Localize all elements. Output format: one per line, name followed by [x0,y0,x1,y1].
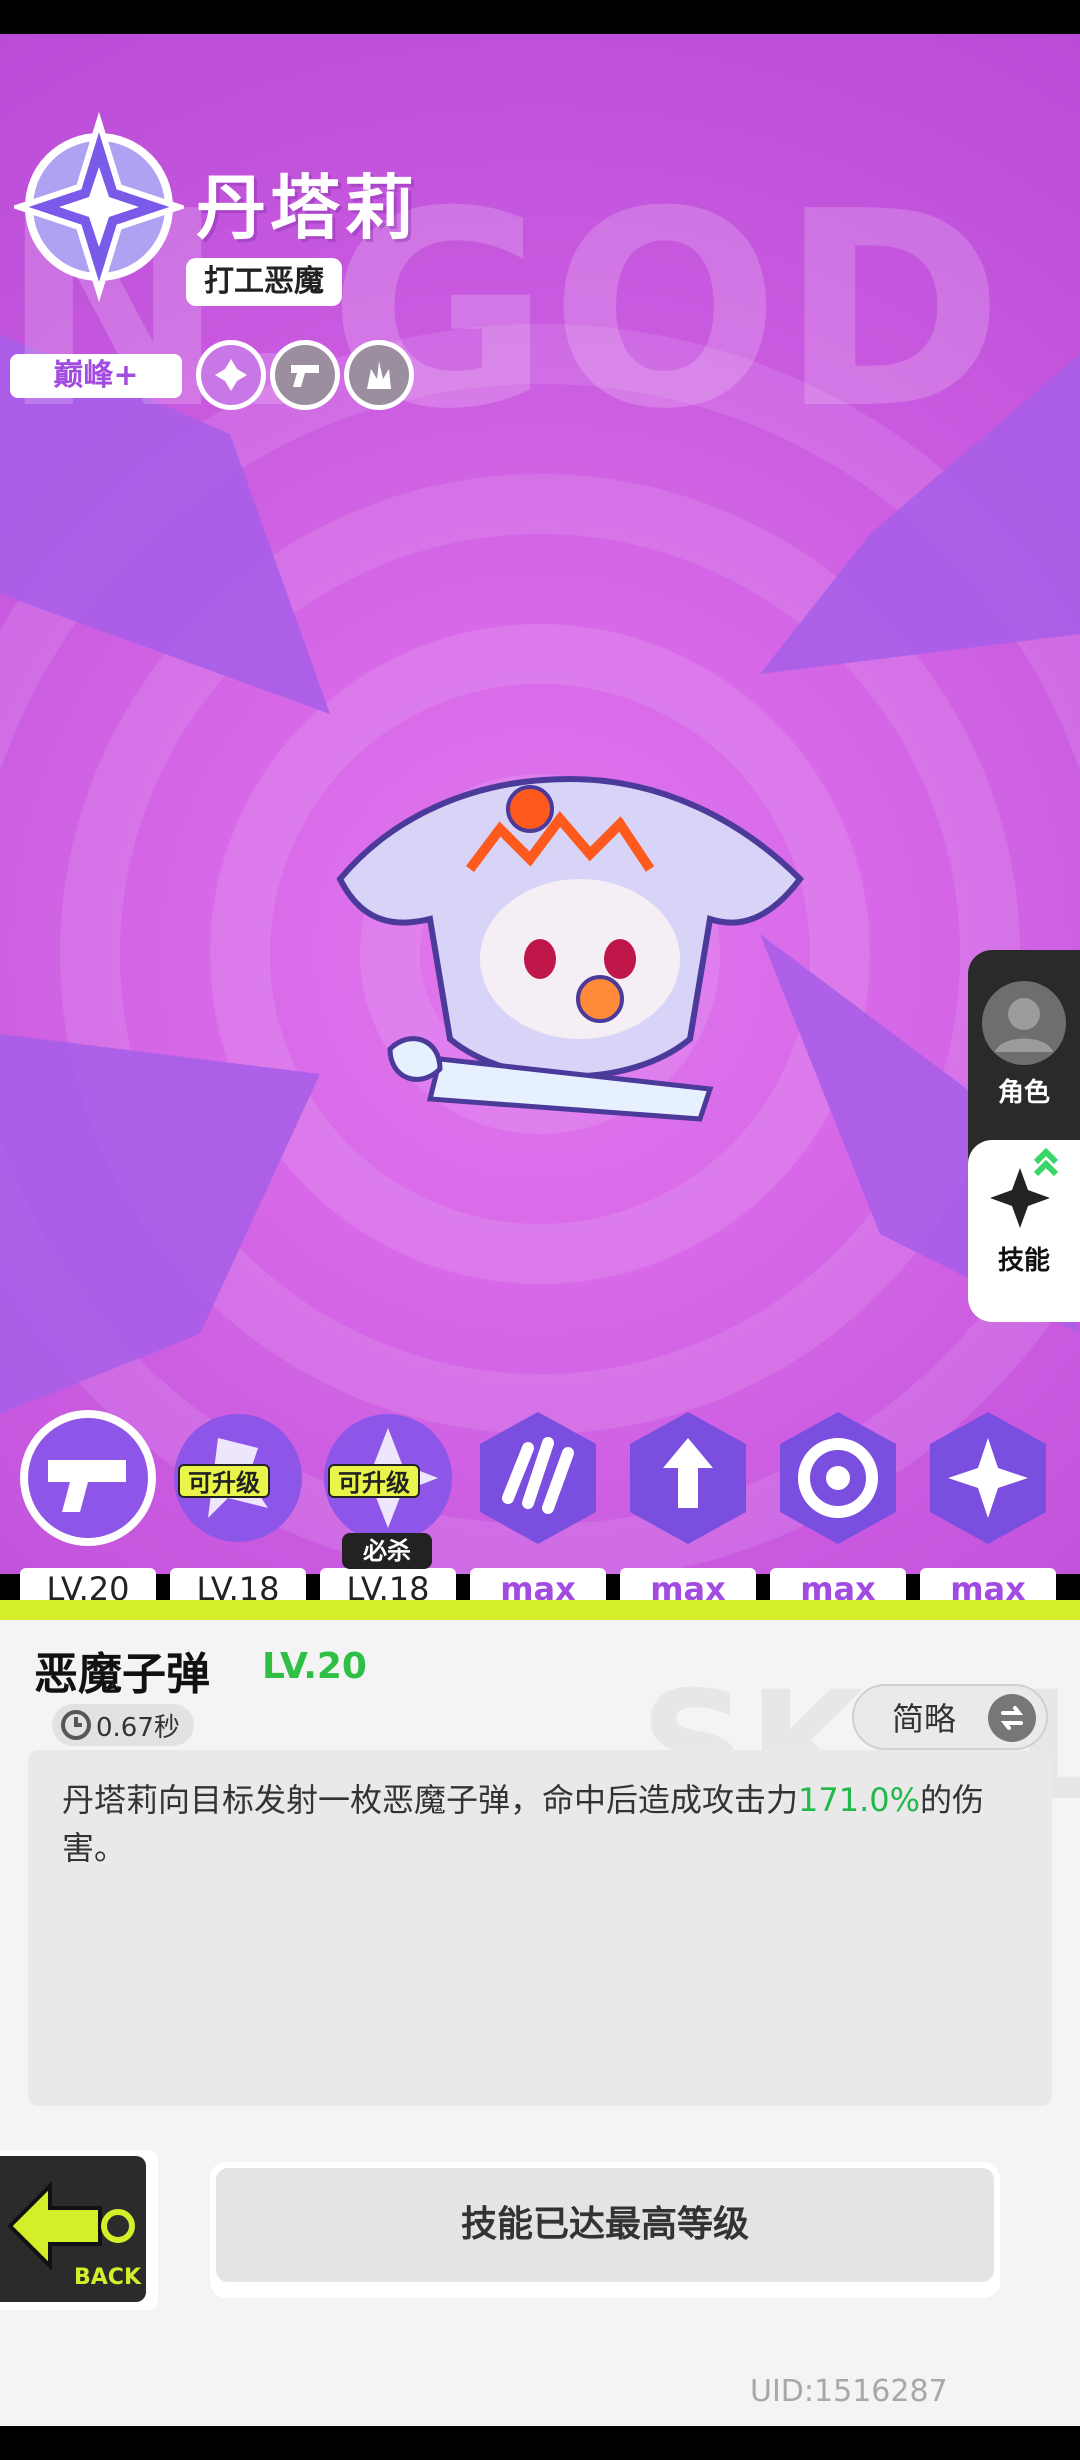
tab-skill-label: 技能 [997,1246,1050,1276]
description-text: 丹塔莉向目标发射一枚恶魔子弹，命中后造成攻击力 [62,1781,799,1819]
max-level-label: 技能已达最高等级 [216,2168,994,2282]
tab-role-label: 角色 [997,1078,1050,1108]
character-title: 打工恶魔 [186,258,342,306]
side-nav: 角色 技能 [968,950,1080,1322]
arrow-up-skill-icon[interactable] [618,1408,758,1548]
upgrade-tag: 可升级 [328,1464,420,1498]
claw-skill-icon[interactable] [468,1408,608,1548]
brief-label: 简略 [892,1700,957,1738]
back-button[interactable]: BACK [0,2150,158,2310]
skill-description: 丹塔莉向目标发射一枚恶魔子弹，命中后造成攻击力171.0%的伤害。 [62,1776,1022,1872]
damage-value: 171.0% [798,1781,921,1819]
fire-icon[interactable] [344,340,414,410]
cooldown-value: 0.67秒 [96,1712,180,1743]
user-id: UID:1516287 [750,2374,948,2409]
brief-toggle-button[interactable]: 简略 [852,1684,1048,1750]
character-logo-icon [14,112,184,302]
tab-skill[interactable]: 技能 [968,1140,1080,1322]
character-showcase: N.GOD 丹塔莉 打工恶魔 巅峰+ [0,34,1080,1574]
skill-list: 可升级 可升级 LV.20 LV.18 LV.18 max max max ma… [0,1408,1080,1610]
character-name: 丹塔莉 [196,167,418,249]
max-level-button[interactable]: 技能已达最高等级 [210,2162,1000,2298]
skill-description-box: 丹塔莉向目标发射一枚恶魔子弹，命中后造成攻击力171.0%的伤害。 [28,1750,1052,2106]
sparkle-icon [990,1148,1059,1228]
pistol-icon[interactable] [270,340,340,410]
swap-icon [988,1694,1036,1742]
skill-name: 恶魔子弹 [34,1649,210,1700]
status-bar [0,0,1080,34]
back-arrow-icon: BACK [7,2181,142,2290]
divider-band [0,1600,1080,1622]
rank-badge: 巅峰+ [10,354,182,398]
avatar-icon [982,981,1066,1065]
character-sprite [336,775,804,1122]
tab-role[interactable]: 角色 [968,980,1080,1109]
upgrade-tag: 可升级 [178,1464,270,1498]
pistol-skill-icon[interactable] [18,1408,158,1548]
cooldown-badge: 0.67秒 [52,1704,194,1746]
skill-detail-panel: SKILL 恶魔子弹 LV.20 0.67秒 简略 丹塔莉向目标发射一枚恶魔子弹… [0,1620,1080,2426]
clock-icon [61,1710,91,1740]
skill-level-label: LV.20 [262,1646,367,1687]
shuriken-skill-icon[interactable] [918,1408,1058,1548]
ultimate-tag: 必杀 [342,1533,432,1569]
back-label: BACK [74,2265,142,2290]
clover-icon[interactable] [196,340,266,410]
vortex-skill-icon[interactable] [768,1408,908,1548]
